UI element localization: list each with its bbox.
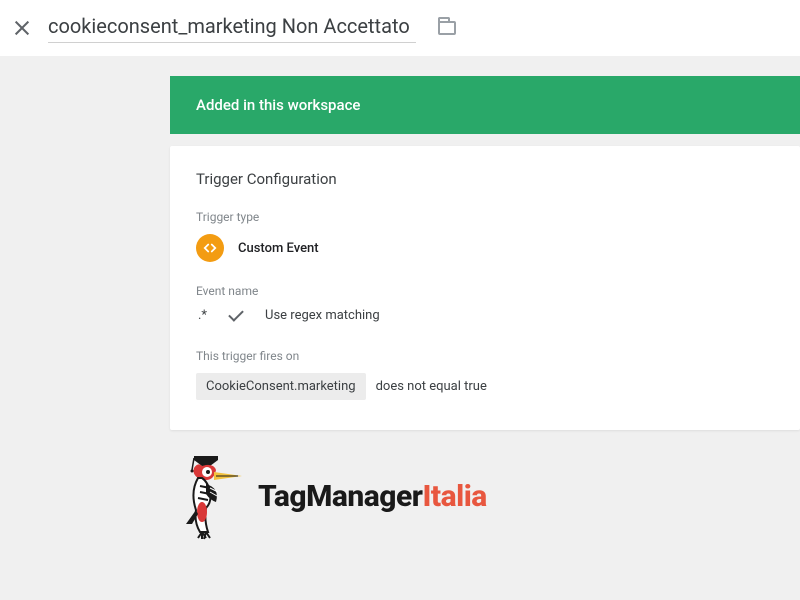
logo-text: TagManagerItalia — [258, 479, 487, 514]
custom-event-icon — [196, 234, 224, 262]
event-name-value: .* — [198, 308, 207, 323]
close-icon[interactable] — [14, 20, 30, 36]
page-title[interactable]: cookieconsent_marketing Non Accettato — [48, 14, 416, 43]
regex-matching-label: Use regex matching — [265, 308, 380, 323]
logo: TagManagerItalia — [170, 452, 800, 540]
logo-text-part2: Italia — [422, 479, 486, 514]
banner-text: Added in this workspace — [196, 96, 360, 114]
fires-on-row: CookieConsent.marketing does not equal t… — [196, 373, 774, 400]
checkmark-icon — [228, 306, 244, 322]
event-name-row: .* Use regex matching — [196, 308, 774, 323]
trigger-type-value: Custom Event — [238, 241, 319, 256]
event-name-label: Event name — [196, 284, 774, 298]
card-title: Trigger Configuration — [196, 170, 774, 188]
fires-on-label: This trigger fires on — [196, 349, 774, 363]
trigger-type-row[interactable]: Custom Event — [196, 234, 774, 262]
trigger-config-card: Trigger Configuration Trigger type Custo… — [170, 146, 800, 430]
folder-icon[interactable] — [438, 21, 456, 35]
woodpecker-icon — [180, 452, 252, 540]
workspace-banner: Added in this workspace — [170, 76, 800, 134]
fires-variable-chip[interactable]: CookieConsent.marketing — [196, 373, 366, 400]
fires-condition-text: does not equal true — [376, 379, 487, 394]
main-content: Added in this workspace Trigger Configur… — [0, 76, 800, 540]
trigger-type-label: Trigger type — [196, 210, 774, 224]
logo-text-part1: TagManager — [258, 479, 422, 514]
header-bar: cookieconsent_marketing Non Accettato — [0, 0, 800, 56]
